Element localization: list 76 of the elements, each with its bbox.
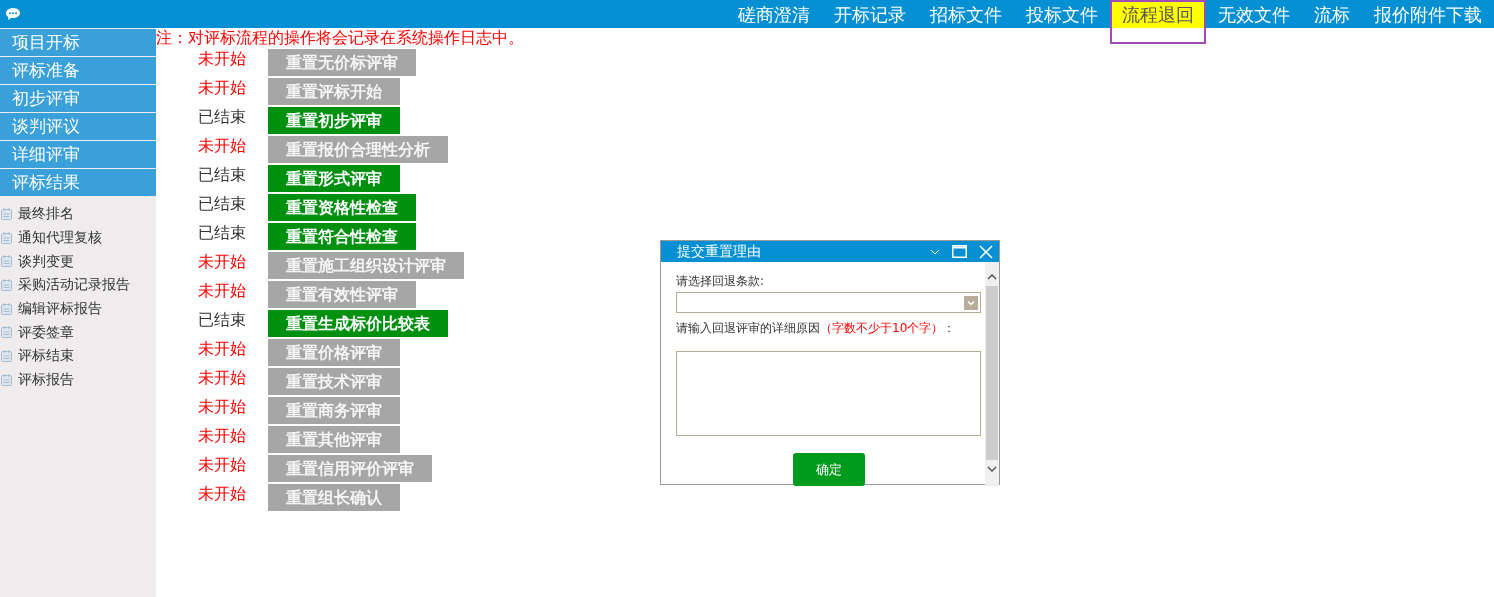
- notice-text: 注：对评标流程的操作将会记录在系统操作日志中。: [156, 28, 524, 48]
- step-status: 未开始: [197, 396, 247, 418]
- step-status: 未开始: [197, 454, 247, 476]
- dialog-title: 提交重置理由: [677, 242, 761, 261]
- step-status: 未开始: [197, 425, 247, 447]
- step-status: 未开始: [197, 367, 247, 389]
- chat-bubble-icon[interactable]: [5, 7, 21, 21]
- reset-button[interactable]: 重置资格性检查: [267, 193, 417, 222]
- nav-tab[interactable]: 无效文件: [1206, 0, 1302, 28]
- reset-button[interactable]: 重置有效性评审: [267, 280, 417, 309]
- reset-button[interactable]: 重置组长确认: [267, 483, 401, 512]
- nav-tab[interactable]: 报价附件下载: [1362, 0, 1494, 28]
- reset-button[interactable]: 重置报价合理性分析: [267, 135, 449, 164]
- sidebar-link[interactable]: 采购活动记录报告: [18, 274, 130, 296]
- notepad-icon: [1, 231, 12, 244]
- sidebar-link[interactable]: 评委签章: [18, 321, 74, 343]
- clause-label: 请选择回退条款:: [676, 273, 766, 290]
- step-status: 未开始: [197, 483, 247, 505]
- sidebar-section[interactable]: 谈判评议: [0, 113, 156, 140]
- reset-button[interactable]: 重置其他评审: [267, 425, 401, 454]
- notepad-icon: [1, 278, 12, 291]
- step-status: 已结束: [197, 164, 247, 186]
- step-status: 已结束: [197, 309, 247, 331]
- reason-textarea[interactable]: [676, 351, 981, 436]
- nav-tab[interactable]: 磋商澄清: [726, 0, 822, 28]
- reset-button[interactable]: 重置形式评审: [267, 164, 401, 193]
- notepad-icon: [1, 373, 12, 386]
- clause-dropdown[interactable]: [676, 292, 981, 313]
- step-status: 未开始: [197, 251, 247, 273]
- scroll-thumb[interactable]: [986, 286, 998, 460]
- notepad-icon: [1, 326, 12, 339]
- close-icon[interactable]: [979, 244, 993, 259]
- reset-button[interactable]: 重置技术评审: [267, 367, 401, 396]
- sidebar-link[interactable]: 评标报告: [18, 369, 74, 391]
- sidebar-link[interactable]: 最终排名: [18, 203, 74, 225]
- reason-label: 请输入回退评审的详细原因（字数不少于10个字）：: [676, 320, 957, 337]
- scrollbar[interactable]: [985, 262, 999, 486]
- notepad-icon: [1, 302, 12, 315]
- sidebar-section[interactable]: 评标准备: [0, 57, 156, 84]
- reset-button[interactable]: 重置生成标价比较表: [267, 309, 449, 338]
- maximize-icon[interactable]: [952, 245, 967, 258]
- chevron-down-icon[interactable]: [930, 248, 940, 255]
- sidebar-link[interactable]: 谈判变更: [18, 250, 74, 272]
- reset-button[interactable]: 重置商务评审: [267, 396, 401, 425]
- sidebar-section[interactable]: 评标结果: [0, 169, 156, 196]
- reset-button[interactable]: 重置评标开始: [267, 77, 401, 106]
- sidebar-link[interactable]: 评标结束: [18, 345, 74, 367]
- sidebar-section[interactable]: 初步评审: [0, 85, 156, 112]
- nav-tab[interactable]: 投标文件: [1014, 0, 1110, 28]
- sidebar-section[interactable]: 详细评审: [0, 141, 156, 168]
- scroll-down-icon[interactable]: [987, 466, 997, 472]
- sidebar-section[interactable]: 项目开标: [0, 29, 156, 56]
- step-status: 未开始: [197, 135, 247, 157]
- notepad-icon: [1, 255, 12, 268]
- confirm-button[interactable]: 确定: [792, 453, 865, 486]
- step-status: 未开始: [197, 280, 247, 302]
- notepad-icon: [1, 207, 12, 220]
- nav-tab[interactable]: 招标文件: [918, 0, 1014, 28]
- nav-tab[interactable]: 开标记录: [822, 0, 918, 28]
- step-status: 未开始: [197, 48, 247, 70]
- step-status: 未开始: [197, 338, 247, 360]
- reset-button[interactable]: 重置信用评价评审: [267, 454, 433, 483]
- notepad-icon: [1, 349, 12, 362]
- reset-button[interactable]: 重置初步评审: [267, 106, 401, 135]
- sidebar-link[interactable]: 编辑评标报告: [18, 298, 102, 320]
- nav-tab[interactable]: 流标: [1302, 0, 1362, 28]
- step-status: 已结束: [197, 222, 247, 244]
- scroll-up-icon[interactable]: [987, 274, 997, 280]
- reset-button[interactable]: 重置无价标评审: [267, 48, 417, 77]
- reset-button[interactable]: 重置符合性检查: [267, 222, 417, 251]
- sidebar-link[interactable]: 通知代理复核: [18, 227, 102, 249]
- step-status: 已结束: [197, 193, 247, 215]
- step-status: 已结束: [197, 106, 247, 128]
- reset-button[interactable]: 重置价格评审: [267, 338, 401, 367]
- reset-button[interactable]: 重置施工组织设计评审: [267, 251, 465, 280]
- step-status: 未开始: [197, 77, 247, 99]
